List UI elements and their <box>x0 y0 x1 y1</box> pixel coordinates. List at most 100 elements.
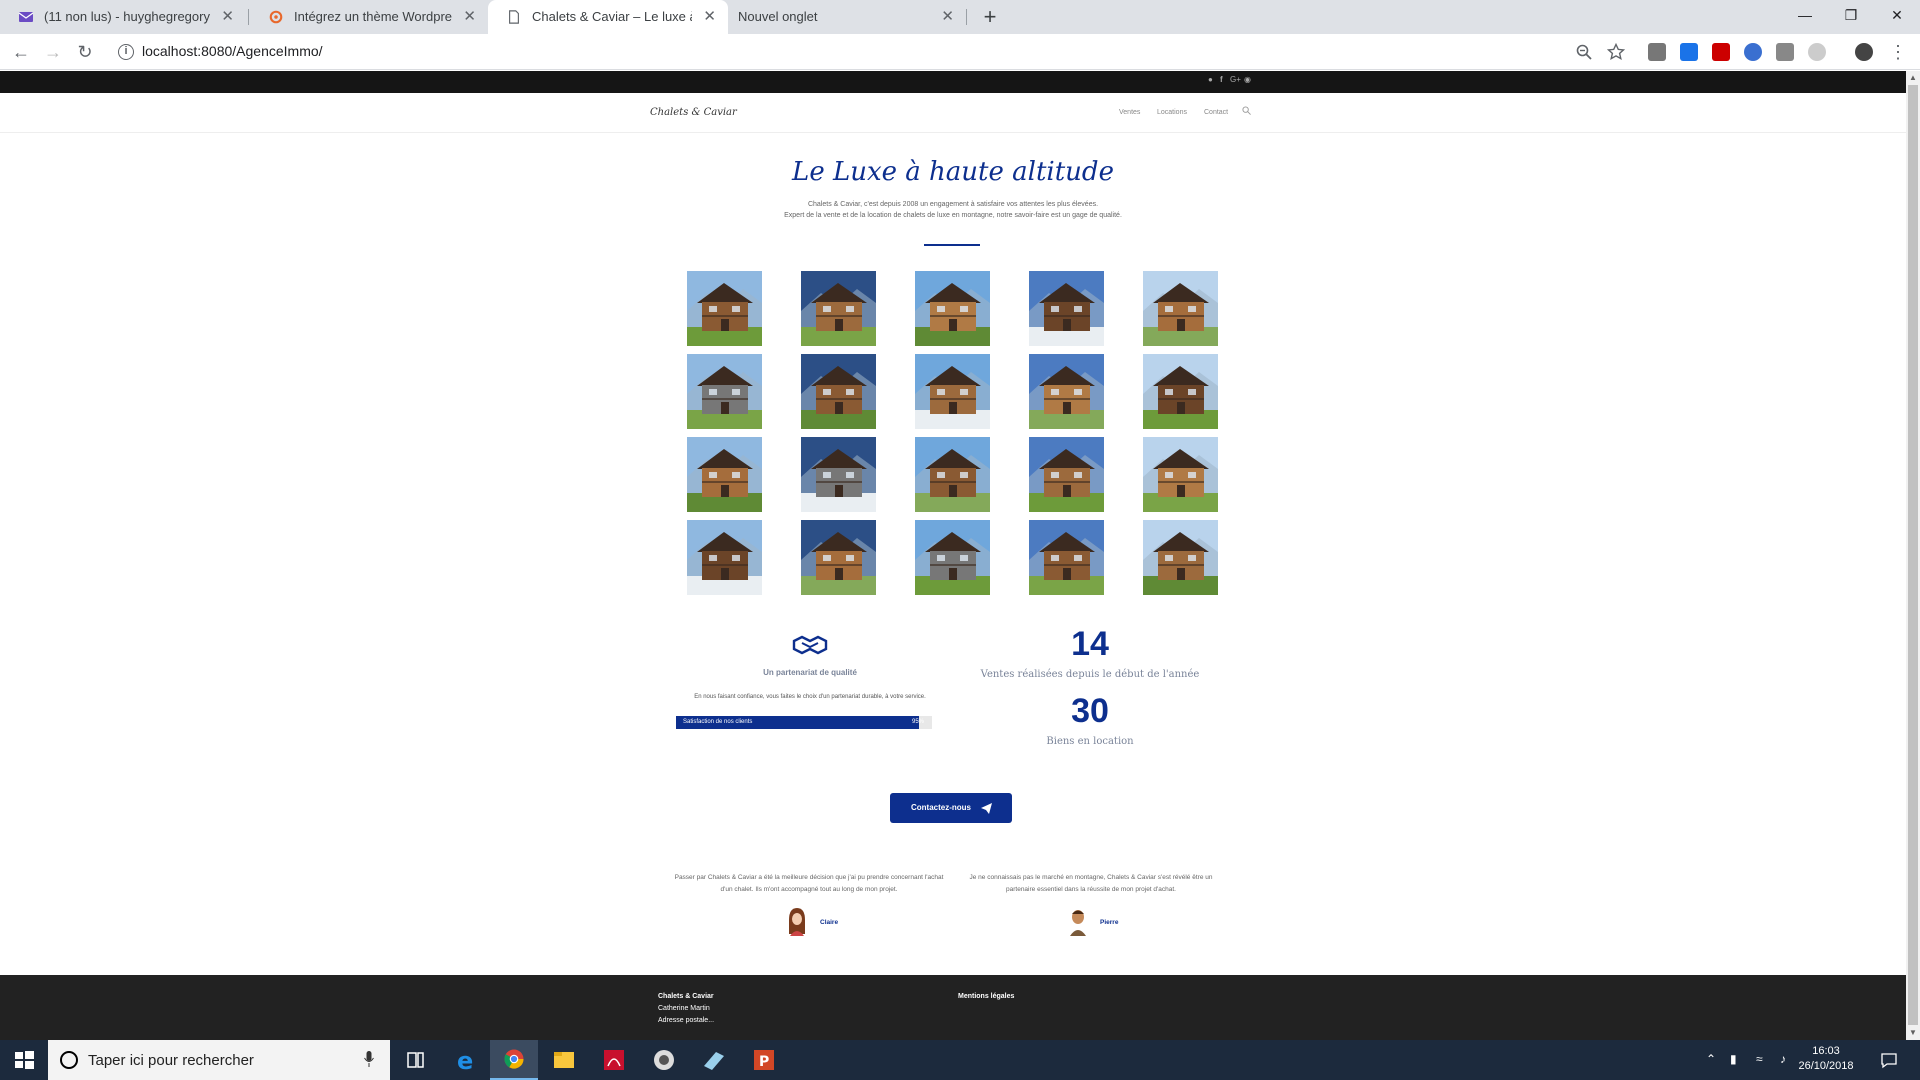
globe-extension-icon[interactable] <box>1744 43 1762 61</box>
tab-label: Chalets & Caviar – Le luxe à haut <box>532 9 692 24</box>
scroll-up-icon[interactable]: ▲ <box>1906 71 1920 85</box>
menu-item-ventes[interactable]: Ventes <box>1119 109 1140 116</box>
chalet-photo[interactable] <box>1029 437 1104 512</box>
chalet-photo[interactable] <box>1029 520 1104 595</box>
windows-start-icon[interactable] <box>0 1040 48 1080</box>
tab-mail[interactable]: (11 non lus) - huyghegregory@y ✕ <box>0 0 246 34</box>
pdf-extension-icon[interactable] <box>1712 43 1730 61</box>
stat-sales-label: Ventes réalisées depuis le début de l'an… <box>980 669 1200 680</box>
page-scrollbar[interactable]: ▲ ▼ <box>1906 71 1920 1040</box>
browser-toolbar: ← → ↻ i localhost:8080/AgenceImmo/ ⋮ <box>0 34 1920 70</box>
close-tab-icon[interactable]: ✕ <box>221 0 234 34</box>
profile-avatar[interactable] <box>1855 43 1873 61</box>
close-tab-icon[interactable]: ✕ <box>463 0 476 34</box>
tab-openclassrooms[interactable]: Intégrez un thème Wordpress po ✕ <box>250 0 488 34</box>
chalet-photo[interactable] <box>1029 271 1104 346</box>
scrollbar-thumb[interactable] <box>1908 85 1918 1025</box>
tab-new[interactable]: Nouvel onglet ✕ <box>728 0 966 34</box>
tab-label: Nouvel onglet <box>738 9 818 24</box>
close-tab-icon[interactable]: ✕ <box>703 0 716 34</box>
back-icon[interactable]: ← <box>7 38 35 66</box>
chalet-photo[interactable] <box>687 520 762 595</box>
tab-chalets-caviar[interactable]: Chalets & Caviar – Le luxe à haut ✕ <box>488 0 728 34</box>
battery-icon[interactable]: ▮ <box>1730 1052 1737 1066</box>
eyedropper-extension-icon[interactable] <box>1776 43 1794 61</box>
chalet-photo[interactable] <box>915 271 990 346</box>
microphone-icon[interactable] <box>364 1051 374 1067</box>
twitter-icon[interactable]: ● <box>1208 75 1213 84</box>
taskbar-search[interactable]: Taper ici pour rechercher <box>48 1040 390 1080</box>
instagram-icon[interactable]: ◉ <box>1244 75 1251 84</box>
chalet-photo[interactable] <box>801 354 876 429</box>
facebook-icon[interactable]: f <box>1220 75 1223 84</box>
edge-icon[interactable]: e <box>442 1040 490 1080</box>
url-text: localhost:8080/AgenceImmo/ <box>142 43 323 59</box>
show-hidden-icons-icon[interactable]: ⌃ <box>1706 1052 1716 1066</box>
restore-icon[interactable]: ❐ <box>1828 0 1874 30</box>
testimonial-author: Claire <box>820 919 839 926</box>
address-bar[interactable]: i localhost:8080/AgenceImmo/ <box>108 37 1648 67</box>
clock-date: 26/10/2018 <box>1798 1060 1854 1072</box>
tab-separator <box>966 9 967 25</box>
wifi-icon[interactable]: ≈ <box>1756 1052 1763 1066</box>
search-icon[interactable] <box>1242 106 1251 115</box>
file-explorer-icon[interactable] <box>540 1040 588 1080</box>
chalet-photo[interactable] <box>1143 354 1218 429</box>
close-tab-icon[interactable]: ✕ <box>941 0 954 34</box>
chalet-photo[interactable] <box>915 520 990 595</box>
browser-tab-strip: (11 non lus) - huyghegregory@y ✕ Intégre… <box>0 0 1920 34</box>
reload-icon[interactable]: ↻ <box>71 38 99 66</box>
footer-legal-link[interactable]: Mentions légales <box>958 993 1014 1000</box>
site-logo[interactable]: Chalets & Caviar <box>650 107 737 118</box>
task-view-icon[interactable] <box>392 1040 440 1080</box>
extension-badge-icon[interactable] <box>1680 43 1698 61</box>
chalet-photo[interactable] <box>687 271 762 346</box>
chalet-photo[interactable] <box>687 437 762 512</box>
powerpoint-icon[interactable]: P <box>740 1040 788 1080</box>
acrobat-icon[interactable] <box>590 1040 638 1080</box>
avatar-claire <box>789 908 805 936</box>
chalet-photo[interactable] <box>1143 520 1218 595</box>
footer-brand: Chalets & Caviar <box>658 993 714 1000</box>
chalet-photo[interactable] <box>1143 437 1218 512</box>
partnership-description: En nous faisant confiance, vous faites l… <box>694 694 926 700</box>
tab-separator <box>248 9 249 25</box>
forward-icon[interactable]: → <box>39 38 67 66</box>
notepad-icon[interactable] <box>690 1040 738 1080</box>
notifications-icon[interactable] <box>1880 1051 1898 1069</box>
openclassrooms-icon <box>269 10 283 24</box>
chalet-photo[interactable] <box>801 520 876 595</box>
app-icon[interactable] <box>640 1040 688 1080</box>
avatar-pierre <box>1070 910 1086 936</box>
paper-plane-icon <box>981 803 992 814</box>
chalet-photo[interactable] <box>915 354 990 429</box>
site-header: Chalets & Caviar Ventes Locations Contac… <box>0 93 1906 133</box>
new-tab-button[interactable]: + <box>976 3 1004 31</box>
extension-icon[interactable] <box>1648 43 1666 61</box>
chalet-photo[interactable] <box>801 271 876 346</box>
chalet-photo[interactable] <box>687 354 762 429</box>
stat-sales-number: 14 <box>1071 625 1109 663</box>
scroll-down-icon[interactable]: ▼ <box>1906 1026 1920 1040</box>
footer-address: Adresse postale... <box>658 1017 715 1024</box>
google-plus-icon[interactable]: G+ <box>1230 75 1241 84</box>
menu-item-locations[interactable]: Locations <box>1157 109 1187 116</box>
extension-icon[interactable] <box>1808 43 1826 61</box>
system-clock[interactable]: 16:03 26/10/2018 <box>1786 1044 1866 1074</box>
chrome-icon[interactable] <box>490 1040 538 1080</box>
chalet-photo[interactable] <box>801 437 876 512</box>
menu-item-contact[interactable]: Contact <box>1204 109 1228 116</box>
chalet-photo[interactable] <box>1029 354 1104 429</box>
chalet-photo[interactable] <box>1143 271 1218 346</box>
close-window-icon[interactable]: ✕ <box>1874 0 1920 30</box>
site-info-icon[interactable]: i <box>118 44 134 60</box>
page-icon <box>509 10 519 24</box>
tab-label: (11 non lus) - huyghegregory@y <box>44 9 210 24</box>
menu-kebab-icon[interactable]: ⋮ <box>1884 38 1912 66</box>
zoom-icon[interactable] <box>1576 44 1592 60</box>
bookmark-star-icon[interactable] <box>1607 43 1625 61</box>
hero-subtitle-line: Expert de la vente et de la location de … <box>784 212 1122 219</box>
minimize-icon[interactable]: — <box>1782 0 1828 30</box>
contact-button[interactable]: Contactez-nous <box>890 793 1012 823</box>
chalet-photo[interactable] <box>915 437 990 512</box>
